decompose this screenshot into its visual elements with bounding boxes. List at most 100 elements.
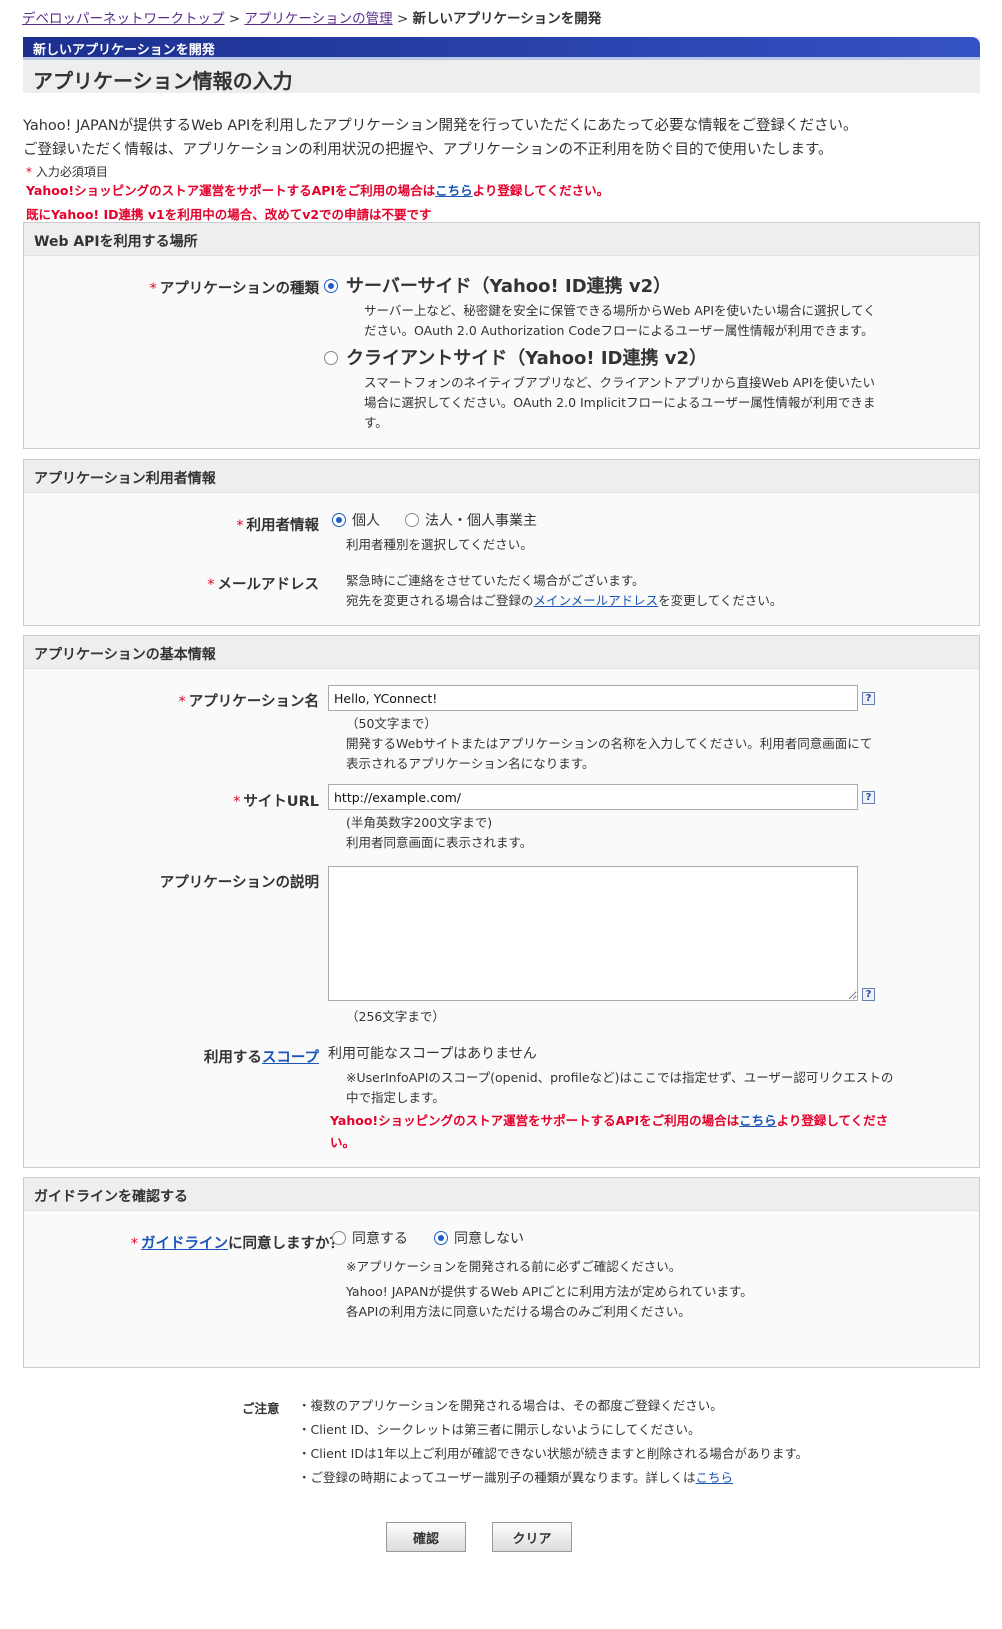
- section-header: Web APIを利用する場所: [24, 223, 979, 256]
- email-label: * メールアドレス: [207, 573, 319, 594]
- site-url-help-icon[interactable]: ?: [862, 791, 875, 804]
- site-url-label-text: サイトURL: [243, 794, 319, 810]
- list-item: ・Client IDは1年以上ご利用が確認できない状態が続きますと削除される場合…: [298, 1446, 809, 1461]
- required-mark: *: [149, 281, 157, 297]
- section-user-info: アプリケーション利用者情報 * 利用者情報 個人 法人・個人事業主 利用者種別を選…: [23, 459, 980, 626]
- required-note-text: 入力必須項目: [35, 165, 108, 179]
- breadcrumb-current: 新しいアプリケーションを開発: [412, 11, 602, 27]
- desc-line: サーバー上など、秘密鍵を安全に保管できる場所からWeb APIを使いたい場合に選…: [364, 303, 876, 318]
- site-url-input[interactable]: [328, 784, 858, 810]
- email-info-line: 宛先を変更される場合はご登録のメインメールアドレスを変更してください。: [346, 591, 782, 611]
- app-description-label: アプリケーションの説明: [159, 875, 319, 891]
- option-server-side-label[interactable]: サーバーサイド（Yahoo! ID連携 v2）: [346, 272, 671, 298]
- required-mark: *: [130, 1236, 138, 1252]
- intro-line-1: Yahoo! JAPANが提供するWeb APIを利用したアプリケーション開発を…: [23, 118, 858, 134]
- desc-line: Yahoo! JAPANが提供するWeb APIごとに利用方法が定められています…: [346, 1284, 753, 1299]
- breadcrumb: デベロッパーネットワークトップ > アプリケーションの管理 > 新しいアプリケー…: [22, 7, 601, 27]
- desc-line: 開発するWebサイトまたはアプリケーションの名称を入力してください。利用者同意画…: [346, 736, 873, 751]
- user-type-label: * 利用者情報: [236, 514, 319, 535]
- guideline-link[interactable]: ガイドライン: [141, 1236, 228, 1252]
- list-item: ・Client ID、シークレットは第三者に開示しないようにしてください。: [298, 1422, 701, 1437]
- scope-shopping-text: Yahoo!ショッピングのストア運営をサポートするAPIをご利用の場合は: [330, 1113, 740, 1128]
- breadcrumb-link-app-management[interactable]: アプリケーションの管理: [244, 11, 392, 27]
- user-identifier-info-link[interactable]: こちら: [696, 1470, 734, 1485]
- required-mark: *: [233, 794, 241, 810]
- scope-label: 利用するスコープ: [204, 1046, 319, 1067]
- radio-disagree[interactable]: [434, 1231, 448, 1245]
- section-basic-info: アプリケーションの基本情報 *アプリケーション名 ? （50文字まで） 開発する…: [23, 635, 980, 1168]
- email-info-text-end: を変更してください。: [658, 593, 783, 608]
- guideline-notes: Yahoo! JAPANが提供するWeb APIごとに利用方法が定められています…: [346, 1282, 753, 1322]
- required-note: * 入力必須項目: [26, 163, 108, 180]
- required-mark: *: [207, 577, 215, 593]
- scope-link[interactable]: スコープ: [262, 1050, 319, 1066]
- shopping-notice: Yahoo!ショッピングのストア運営をサポートするAPIをご利用の場合はこちらよ…: [26, 180, 609, 199]
- email-info-text: 宛先を変更される場合はご登録の: [346, 593, 534, 608]
- email-info: 緊急時にご連絡をさせていただく場合がございます。 宛先を変更される場合はご登録の…: [346, 571, 782, 611]
- scope-none-text: 利用可能なスコープはありません: [328, 1046, 537, 1062]
- site-url-label: * サイトURL: [233, 790, 319, 811]
- confirm-button[interactable]: 確認: [386, 1522, 466, 1552]
- guideline-label: * ガイドラインに同意しますか？: [131, 1232, 344, 1253]
- option-agree-label[interactable]: 同意する: [352, 1228, 408, 1248]
- option-disagree-label[interactable]: 同意しない: [454, 1228, 524, 1248]
- section-header: アプリケーション利用者情報: [24, 460, 979, 493]
- required-mark: *: [26, 165, 32, 179]
- shopping-notice-text-end: より登録してください。: [472, 183, 610, 198]
- scope-note: ※UserInfoAPIのスコープ(openid、profileなど)はここでは…: [346, 1068, 893, 1108]
- option-individual-label[interactable]: 個人: [352, 510, 380, 530]
- site-url-limit: (半角英数字200文字まで): [346, 815, 493, 830]
- option-client-side-desc: スマートフォンのネイティブアプリなど、クライアントアプリから直接Web APIを…: [364, 373, 875, 433]
- breadcrumb-separator: >: [396, 11, 409, 27]
- page-title: アプリケーション情報の入力: [33, 69, 293, 93]
- desc-line: スマートフォンのネイティブアプリなど、クライアントアプリから直接Web APIを…: [364, 375, 876, 390]
- clear-button[interactable]: クリア: [492, 1522, 572, 1552]
- desc-line: ※UserInfoAPIのスコープ(openid、profileなど)はここでは…: [346, 1070, 894, 1085]
- banner-subtitle: 新しいアプリケーションを開発: [23, 37, 980, 60]
- desc-line: 表示されるアプリケーション名になります。: [346, 756, 595, 771]
- section-header: アプリケーションの基本情報: [24, 636, 979, 669]
- user-type-hint: 利用者種別を選択してください。: [346, 537, 533, 552]
- radio-individual[interactable]: [332, 513, 346, 527]
- app-name-label-text: アプリケーション名: [188, 694, 319, 710]
- scope-shopping-text-end: より登録してくださ: [776, 1113, 889, 1128]
- desc-line: 中で指定します。: [346, 1090, 445, 1105]
- section-webapi: Web APIを利用する場所 * アプリケーションの種類 サーバーサイド（Yaho…: [23, 222, 980, 449]
- intro-text: Yahoo! JAPANが提供するWeb APIを利用したアプリケーション開発を…: [23, 114, 858, 162]
- caution-list: ・複数のアプリケーションを開発される場合は、その都度ご登録ください。 ・Clie…: [298, 1396, 858, 1492]
- section-guidelines: ガイドラインを確認する * ガイドラインに同意しますか？ 同意する 同意しない ※…: [23, 1177, 980, 1368]
- caution-label: ご注意: [242, 1401, 280, 1416]
- app-description-textarea[interactable]: [328, 866, 858, 1001]
- main-email-link[interactable]: メインメールアドレス: [534, 593, 659, 608]
- scope-label-text: 利用する: [203, 1050, 262, 1066]
- section-header: ガイドラインを確認する: [24, 1178, 979, 1211]
- intro-line-2: ご登録いただく情報は、アプリケーションの利用状況の把握や、アプリケーションの不正…: [23, 142, 833, 158]
- scope-shopping-link[interactable]: こちら: [739, 1113, 777, 1128]
- scope-shopping-notice: Yahoo!ショッピングのストア運営をサポートするAPIをご利用の場合はこちらよ…: [330, 1110, 888, 1154]
- page-banner: 新しいアプリケーションを開発 アプリケーション情報の入力: [23, 37, 980, 93]
- app-type-label-text: アプリケーションの種類: [159, 281, 319, 297]
- shopping-register-link[interactable]: こちら: [435, 183, 473, 198]
- breadcrumb-separator: >: [228, 11, 241, 27]
- app-description-help-icon[interactable]: ?: [862, 988, 875, 1001]
- app-name-desc: 開発するWebサイトまたはアプリケーションの名称を入力してください。利用者同意画…: [346, 734, 872, 774]
- desc-line: ださい。OAuth 2.0 Authorization Codeフローによるユー…: [364, 323, 874, 338]
- radio-corporation[interactable]: [405, 513, 419, 527]
- option-client-side-label[interactable]: クライアントサイド（Yahoo! ID連携 v2）: [346, 344, 707, 370]
- site-url-desc: 利用者同意画面に表示されます。: [346, 835, 533, 850]
- scope-shopping-line: Yahoo!ショッピングのストア運営をサポートするAPIをご利用の場合はこちらよ…: [330, 1110, 888, 1132]
- required-mark: *: [178, 694, 186, 710]
- breadcrumb-link-devnet-top[interactable]: デベロッパーネットワークトップ: [22, 11, 225, 27]
- radio-agree[interactable]: [332, 1231, 346, 1245]
- guideline-label-text: に同意しますか？: [228, 1236, 344, 1252]
- guideline-note-1: ※アプリケーションを開発される前に必ずご確認ください。: [346, 1259, 682, 1274]
- list-item: ・ご登録の時期によってユーザー識別子の種類が異なります。詳しくはこちら: [298, 1468, 858, 1492]
- radio-client-side[interactable]: [324, 351, 338, 365]
- radio-server-side[interactable]: [324, 279, 338, 293]
- app-name-label: * アプリケーション名: [179, 690, 319, 711]
- app-name-help-icon[interactable]: ?: [862, 692, 875, 705]
- app-description-limit: （256文字まで）: [346, 1009, 445, 1024]
- app-name-input[interactable]: [328, 685, 858, 711]
- desc-line: す。: [364, 415, 388, 430]
- option-corporation-label[interactable]: 法人・個人事業主: [425, 510, 537, 530]
